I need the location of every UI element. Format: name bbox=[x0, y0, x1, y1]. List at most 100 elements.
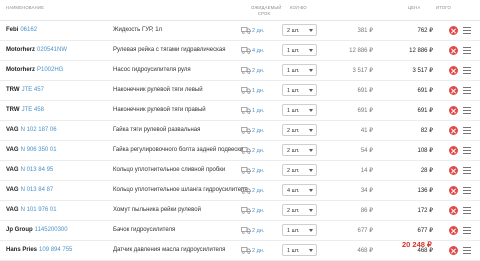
product-title: Кольцо уплотнительное шланга гидроусилит… bbox=[113, 187, 248, 193]
remove-icon[interactable] bbox=[449, 226, 458, 235]
remove-icon[interactable] bbox=[449, 46, 458, 55]
product-article[interactable]: 1145200300 bbox=[35, 227, 68, 233]
menu-icon[interactable] bbox=[463, 87, 471, 94]
table-row: VAG N 102 187 06 Гайка тяги рулевой разва… bbox=[0, 121, 480, 141]
unit-price: 41 ₽ bbox=[360, 128, 373, 134]
chevron-down-icon bbox=[309, 169, 313, 172]
product-brand: VAG N 906 350 01 bbox=[6, 147, 57, 153]
menu-icon[interactable] bbox=[463, 247, 471, 254]
product-title: Гайка тяги рулевой развальная bbox=[113, 127, 201, 133]
delivery-term: 2 дн. bbox=[252, 208, 265, 214]
product-article[interactable]: 06162 bbox=[20, 27, 37, 33]
menu-icon[interactable] bbox=[463, 227, 471, 234]
remove-icon[interactable] bbox=[449, 66, 458, 75]
remove-icon[interactable] bbox=[449, 146, 458, 155]
quantity-select[interactable]: 1 шт. bbox=[282, 44, 317, 56]
chevron-down-icon bbox=[309, 49, 313, 52]
remove-icon[interactable] bbox=[449, 26, 458, 35]
chevron-down-icon bbox=[309, 229, 313, 232]
product-article[interactable]: N 906 350 01 bbox=[21, 147, 57, 153]
quantity-select[interactable]: 1 шт. bbox=[282, 104, 317, 116]
quantity-select[interactable]: 2 шт. bbox=[282, 204, 317, 216]
menu-icon[interactable] bbox=[463, 207, 471, 214]
truck-icon bbox=[241, 87, 251, 94]
product-title: Гайка регулировочного болта задней подве… bbox=[113, 147, 244, 153]
table-row: VAG N 101 976 01 Хомут пыльника рейки рул… bbox=[0, 201, 480, 221]
unit-price: 34 ₽ bbox=[360, 188, 373, 194]
unit-price: 54 ₽ bbox=[360, 148, 373, 154]
quantity-select[interactable]: 4 шт. bbox=[282, 184, 317, 196]
cart-total: 20 248 ₽ bbox=[402, 240, 432, 249]
product-article[interactable]: N 013 84 95 bbox=[21, 167, 54, 173]
quantity-select[interactable]: 1 шт. bbox=[282, 84, 317, 96]
row-total: 136 ₽ bbox=[417, 188, 434, 194]
row-total: 762 ₽ bbox=[417, 28, 434, 34]
truck-icon bbox=[241, 207, 251, 214]
chevron-down-icon bbox=[309, 129, 313, 132]
row-total: 12 886 ₽ bbox=[409, 48, 433, 54]
truck-icon bbox=[241, 187, 251, 194]
menu-icon[interactable] bbox=[463, 67, 471, 74]
product-article[interactable]: P1002HG bbox=[37, 67, 63, 73]
unit-price: 14 ₽ bbox=[360, 168, 373, 174]
table-row: Febi 06162 Жидкость ГУР, 1л 2 дн. 2 шт. 3… bbox=[0, 21, 480, 41]
quantity-select[interactable]: 1 шт. bbox=[282, 64, 317, 76]
remove-icon[interactable] bbox=[449, 86, 458, 95]
product-article[interactable]: 020541NW bbox=[37, 47, 67, 53]
menu-icon[interactable] bbox=[463, 167, 471, 174]
menu-icon[interactable] bbox=[463, 27, 471, 34]
product-article[interactable]: N 102 187 06 bbox=[21, 127, 57, 133]
truck-icon bbox=[241, 47, 251, 54]
table-row: VAG N 906 350 01 Гайка регулировочного бо… bbox=[0, 141, 480, 161]
row-total: 108 ₽ bbox=[417, 148, 434, 154]
row-total: 691 ₽ bbox=[417, 108, 434, 114]
product-brand: Motorherz 020541NW bbox=[6, 47, 68, 53]
quantity-select[interactable]: 1 шт. bbox=[282, 224, 317, 236]
quantity-select[interactable]: 2 шт. bbox=[282, 144, 317, 156]
product-article[interactable]: 109 894 755 bbox=[39, 247, 72, 253]
header-price: ЦЕНА bbox=[408, 5, 421, 10]
product-title: Насос гидроусилителя руля bbox=[113, 67, 191, 73]
delivery-term: 1 дн. bbox=[252, 88, 265, 94]
product-article[interactable]: JTE 458 bbox=[22, 107, 44, 113]
product-brand: Motorherz P1002HG bbox=[6, 67, 64, 73]
quantity-select[interactable]: 2 шт. bbox=[282, 24, 317, 36]
remove-icon[interactable] bbox=[449, 106, 458, 115]
truck-icon bbox=[241, 247, 251, 254]
delivery-term: 2 дн. bbox=[252, 68, 265, 74]
header-term: ОЖИДАЕМЫЙ СРОК bbox=[251, 5, 282, 16]
product-title: Кольцо уплотнительное сливной пробки bbox=[113, 167, 226, 173]
remove-icon[interactable] bbox=[449, 126, 458, 135]
menu-icon[interactable] bbox=[463, 187, 471, 194]
remove-icon[interactable] bbox=[449, 206, 458, 215]
product-article[interactable]: N 101 976 01 bbox=[21, 207, 57, 213]
delivery-term: 2 дн. bbox=[252, 188, 265, 194]
menu-icon[interactable] bbox=[463, 107, 471, 114]
quantity-select[interactable]: 2 шт. bbox=[282, 124, 317, 136]
product-article[interactable]: JTE 457 bbox=[22, 87, 44, 93]
delivery-term: 2 дн. bbox=[252, 148, 265, 154]
table-row: Jp Group 1145200300 Бачок гидроусилителя … bbox=[0, 221, 480, 241]
remove-icon[interactable] bbox=[449, 166, 458, 175]
table-row: TRW JTE 458 Наконечник рулевой тяги правы… bbox=[0, 101, 480, 121]
menu-icon[interactable] bbox=[463, 127, 471, 134]
quantity-select[interactable]: 1 шт. bbox=[282, 244, 317, 256]
table-row: Motorherz 020541NW Рулевая рейка с тягами… bbox=[0, 41, 480, 61]
menu-icon[interactable] bbox=[463, 47, 471, 54]
chevron-down-icon bbox=[309, 149, 313, 152]
product-brand: Hans Pries 109 894 755 bbox=[6, 247, 73, 253]
quantity-select[interactable]: 2 шт. bbox=[282, 164, 317, 176]
product-title: Жидкость ГУР, 1л bbox=[113, 27, 163, 33]
product-article[interactable]: N 013 84 87 bbox=[21, 187, 54, 193]
delivery-term: 4 дн. bbox=[252, 48, 265, 54]
delivery-term: 2 дн. bbox=[252, 248, 265, 254]
chevron-down-icon bbox=[309, 209, 313, 212]
row-total: 691 ₽ bbox=[417, 88, 434, 94]
truck-icon bbox=[241, 27, 251, 34]
delivery-term: 2 дн. bbox=[252, 128, 265, 134]
product-title: Бачок гидроусилителя bbox=[113, 227, 176, 233]
delivery-term: 2 дн. bbox=[252, 28, 265, 34]
unit-price: 3 517 ₽ bbox=[352, 68, 374, 74]
remove-icon[interactable] bbox=[449, 186, 458, 195]
menu-icon[interactable] bbox=[463, 147, 471, 154]
